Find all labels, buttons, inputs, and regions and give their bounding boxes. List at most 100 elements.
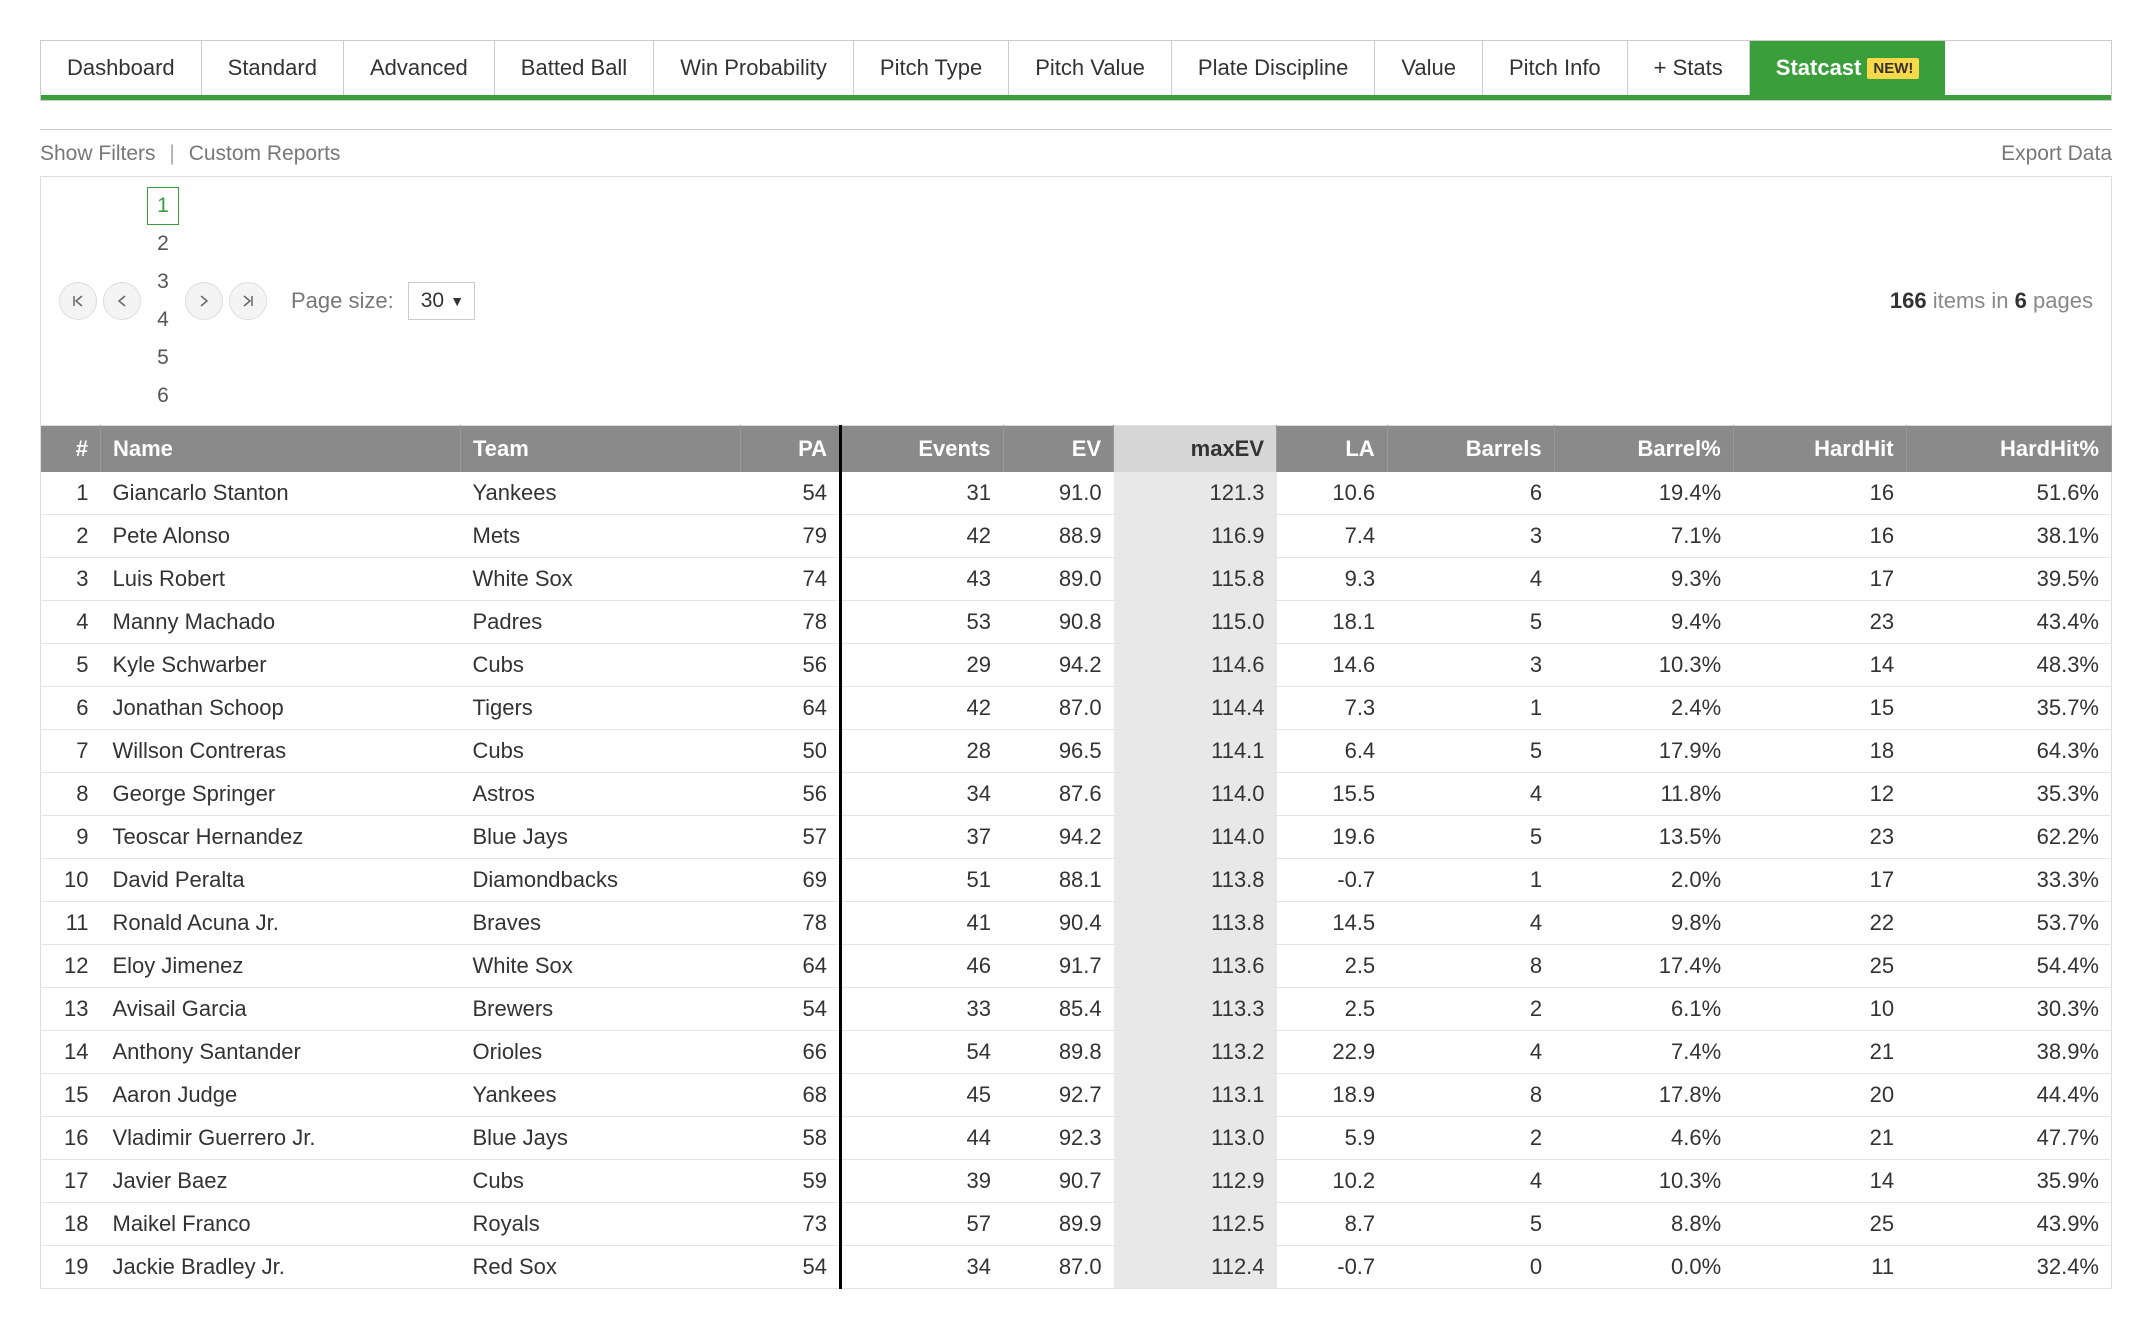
pager-next-button[interactable]	[185, 282, 223, 320]
cell-la: 14.6	[1277, 644, 1388, 687]
team-link[interactable]: Cubs	[473, 738, 524, 763]
name-link[interactable]: Maikel Franco	[113, 1211, 251, 1236]
name-link[interactable]: Kyle Schwarber	[113, 652, 267, 677]
col-maxev[interactable]: maxEV	[1114, 426, 1277, 473]
name-link[interactable]: Jonathan Schoop	[113, 695, 284, 720]
team-link[interactable]: Diamondbacks	[473, 867, 619, 892]
cell-team: Yankees	[461, 472, 741, 515]
col-index[interactable]: #	[41, 426, 101, 473]
team-link[interactable]: Braves	[473, 910, 541, 935]
team-link[interactable]: Yankees	[473, 1082, 557, 1107]
pager-first-button[interactable]	[59, 282, 97, 320]
page-size-select[interactable]: 30 ▼	[408, 282, 475, 320]
team-link[interactable]: Blue Jays	[473, 1125, 568, 1150]
team-link[interactable]: Yankees	[473, 480, 557, 505]
col-pa[interactable]: PA	[741, 426, 841, 473]
cell-hardhitpct: 43.9%	[1906, 1203, 2111, 1246]
name-link[interactable]: Willson Contreras	[113, 738, 287, 763]
tab-pitch-type[interactable]: Pitch Type	[854, 41, 1009, 95]
cell-hardhit: 11	[1733, 1246, 1906, 1289]
col-hardhitpct[interactable]: HardHit%	[1906, 426, 2111, 473]
col-team[interactable]: Team	[461, 426, 741, 473]
pager-last-button[interactable]	[229, 282, 267, 320]
col-hardhit[interactable]: HardHit	[1733, 426, 1906, 473]
col-name[interactable]: Name	[101, 426, 461, 473]
pager-page-3[interactable]: 3	[147, 263, 179, 301]
name-link[interactable]: Jackie Bradley Jr.	[113, 1254, 285, 1279]
name-link[interactable]: Avisail Garcia	[113, 996, 247, 1021]
name-link[interactable]: Anthony Santander	[113, 1039, 301, 1064]
tab-advanced[interactable]: Advanced	[344, 41, 495, 95]
name-link[interactable]: Manny Machado	[113, 609, 276, 634]
name-link[interactable]: Pete Alonso	[113, 523, 230, 548]
tab-standard[interactable]: Standard	[202, 41, 344, 95]
team-link[interactable]: White Sox	[473, 953, 573, 978]
team-link[interactable]: Padres	[473, 609, 543, 634]
tab-batted-ball[interactable]: Batted Ball	[495, 41, 654, 95]
table-row: 10David PeraltaDiamondbacks695188.1113.8…	[41, 859, 2112, 902]
team-link[interactable]: Blue Jays	[473, 824, 568, 849]
col-la[interactable]: LA	[1277, 426, 1388, 473]
cell-events: 42	[841, 515, 1004, 558]
tabs-underline	[40, 95, 2112, 101]
cell-events: 46	[841, 945, 1004, 988]
pager-page-1[interactable]: 1	[147, 187, 179, 225]
tab-win-probability[interactable]: Win Probability	[654, 41, 854, 95]
team-link[interactable]: Cubs	[473, 652, 524, 677]
tab-plate-discipline[interactable]: Plate Discipline	[1172, 41, 1375, 95]
team-link[interactable]: Cubs	[473, 1168, 524, 1193]
cell-events: 43	[841, 558, 1004, 601]
name-link[interactable]: Giancarlo Stanton	[113, 480, 289, 505]
team-link[interactable]: Mets	[473, 523, 521, 548]
col-barrels[interactable]: Barrels	[1387, 426, 1554, 473]
name-link[interactable]: David Peralta	[113, 867, 245, 892]
pager-prev-button[interactable]	[103, 282, 141, 320]
name-link[interactable]: Aaron Judge	[113, 1082, 238, 1107]
table-row: 7Willson ContrerasCubs502896.5114.16.451…	[41, 730, 2112, 773]
cell-maxev: 121.3	[1114, 472, 1277, 515]
pager-page-4[interactable]: 4	[147, 301, 179, 339]
custom-reports-link[interactable]: Custom Reports	[189, 142, 341, 165]
team-link[interactable]: Astros	[473, 781, 535, 806]
col-events[interactable]: Events	[841, 426, 1004, 473]
tab-dashboard[interactable]: Dashboard	[41, 41, 202, 95]
cell-hardhit: 10	[1733, 988, 1906, 1031]
team-link[interactable]: Brewers	[473, 996, 554, 1021]
cell-idx: 17	[41, 1160, 101, 1203]
tab-pitch-value[interactable]: Pitch Value	[1009, 41, 1172, 95]
cell-pa: 73	[741, 1203, 841, 1246]
tab-pitch-info[interactable]: Pitch Info	[1483, 41, 1628, 95]
name-link[interactable]: Eloy Jimenez	[113, 953, 244, 978]
col-barrelpct[interactable]: Barrel%	[1554, 426, 1733, 473]
team-link[interactable]: Orioles	[473, 1039, 543, 1064]
team-link[interactable]: Tigers	[473, 695, 533, 720]
tab--stats[interactable]: + Stats	[1628, 41, 1750, 95]
name-link[interactable]: Teoscar Hernandez	[113, 824, 304, 849]
cell-barrelpct: 10.3%	[1554, 1160, 1733, 1203]
export-data-link[interactable]: Export Data	[2001, 142, 2112, 165]
show-filters-link[interactable]: Show Filters	[40, 142, 156, 165]
cell-barrelpct: 2.0%	[1554, 859, 1733, 902]
pager-page-5[interactable]: 5	[147, 339, 179, 377]
name-link[interactable]: Vladimir Guerrero Jr.	[113, 1125, 316, 1150]
cell-maxev: 113.8	[1114, 859, 1277, 902]
name-link[interactable]: Ronald Acuna Jr.	[113, 910, 279, 935]
team-link[interactable]: Royals	[473, 1211, 540, 1236]
tab-statcast[interactable]: StatcastNEW!	[1750, 41, 1946, 95]
pager-page-6[interactable]: 6	[147, 377, 179, 415]
team-link[interactable]: White Sox	[473, 566, 573, 591]
cell-idx: 13	[41, 988, 101, 1031]
name-link[interactable]: Luis Robert	[113, 566, 226, 591]
cell-barrels: 2	[1387, 988, 1554, 1031]
cell-ev: 94.2	[1003, 816, 1114, 859]
tab-value[interactable]: Value	[1375, 41, 1483, 95]
pager-page-2[interactable]: 2	[147, 225, 179, 263]
table-row: 11Ronald Acuna Jr.Braves784190.4113.814.…	[41, 902, 2112, 945]
cell-barrels: 8	[1387, 945, 1554, 988]
name-link[interactable]: George Springer	[113, 781, 276, 806]
cell-maxev: 114.6	[1114, 644, 1277, 687]
name-link[interactable]: Javier Baez	[113, 1168, 228, 1193]
team-link[interactable]: Red Sox	[473, 1254, 557, 1279]
col-ev[interactable]: EV	[1003, 426, 1114, 473]
cell-maxev: 114.0	[1114, 773, 1277, 816]
